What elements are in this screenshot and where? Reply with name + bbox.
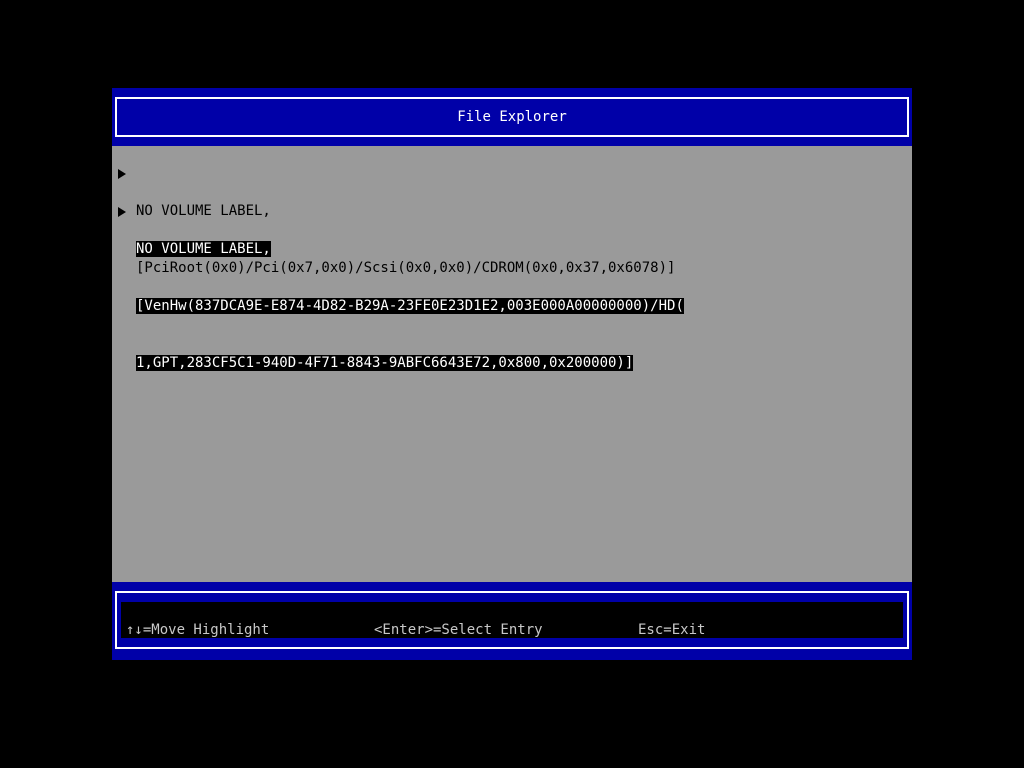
title-bar: File Explorer [112, 88, 912, 146]
help-box: ↑↓=Move Highlight <Enter>=Select Entry E… [115, 591, 909, 649]
exit-hint: Esc=Exit [638, 622, 706, 638]
volume-label: NO VOLUME LABEL, [136, 241, 271, 257]
device-path-line-2: 1,GPT,283CF5C1-940D-4F71-8843-9ABFC6643E… [136, 355, 634, 371]
right-triangle-icon [118, 202, 130, 221]
window-title: File Explorer [457, 108, 567, 125]
list-item-label: NO VOLUME LABEL, [VenHw(837DCA9E-E874-4D… [136, 202, 684, 411]
file-explorer-window: File Explorer NO VOLUME LABEL, [PciRoot(… [112, 88, 912, 660]
title-box: File Explorer [115, 97, 909, 137]
entry-list: NO VOLUME LABEL, [PciRoot(0x0)/Pci(0x7,0… [112, 146, 912, 582]
select-entry-hint: <Enter>=Select Entry [374, 622, 543, 638]
device-path-line-1: [VenHw(837DCA9E-E874-4D82-B29A-23FE0E23D… [136, 298, 684, 314]
help-bar: ↑↓=Move Highlight <Enter>=Select Entry E… [112, 582, 912, 660]
help-inner: ↑↓=Move Highlight <Enter>=Select Entry E… [121, 602, 903, 638]
right-triangle-icon [118, 164, 130, 183]
move-highlight-hint: ↑↓=Move Highlight [126, 622, 270, 638]
